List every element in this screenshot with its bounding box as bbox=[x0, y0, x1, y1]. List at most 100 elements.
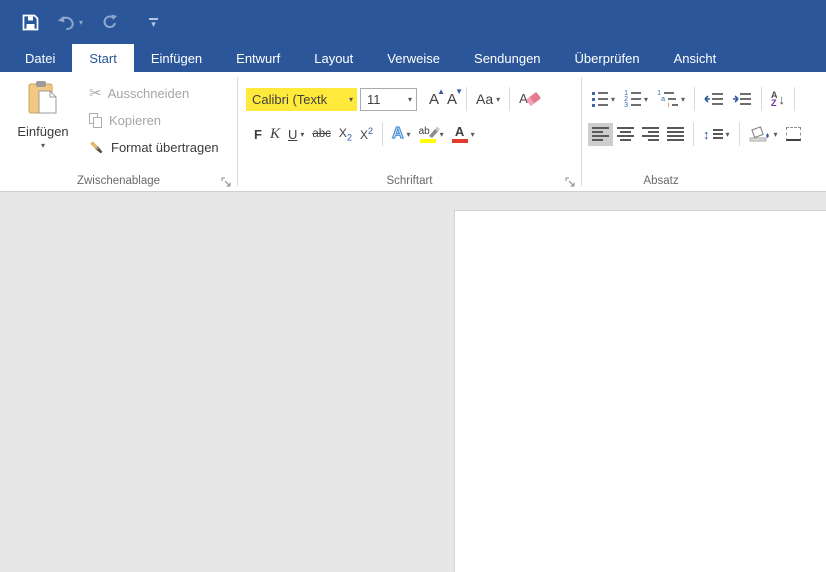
format-painter-label: Format übertragen bbox=[111, 140, 219, 155]
separator bbox=[694, 87, 695, 111]
align-right-button[interactable] bbox=[638, 123, 663, 146]
tab-verweise[interactable]: Verweise bbox=[370, 44, 457, 72]
font-color-icon: A bbox=[452, 126, 468, 143]
undo-icon bbox=[57, 15, 76, 30]
titlebar: ▾ ▾ bbox=[0, 0, 826, 44]
font-size-combobox[interactable]: 11 ▾ bbox=[360, 88, 417, 111]
grow-font-icon: A▲ bbox=[429, 91, 439, 108]
ribbon: Einfügen ▾ ✂ Ausschneiden Kopieren bbox=[0, 72, 826, 192]
format-painter-brush-icon bbox=[89, 140, 105, 156]
format-painter-button[interactable]: Format übertragen bbox=[86, 134, 222, 161]
cut-label: Ausschneiden bbox=[108, 86, 190, 101]
subscript-button[interactable]: X2 bbox=[335, 122, 356, 146]
chevron-down-icon: ▾ bbox=[611, 95, 615, 104]
paste-dropdown-icon: ▾ bbox=[41, 141, 45, 150]
justify-button[interactable] bbox=[663, 123, 688, 146]
save-button[interactable] bbox=[20, 8, 40, 36]
document-page[interactable] bbox=[454, 210, 826, 572]
line-spacing-icon: ↕ bbox=[703, 127, 723, 142]
numbered-list-icon: 1 2 3 bbox=[623, 92, 641, 107]
ribbon-tabstrip: Datei Start Einfügen Entwurf Layout Verw… bbox=[0, 44, 826, 72]
text-effects-button[interactable]: A ▾ bbox=[388, 122, 415, 146]
document-canvas bbox=[0, 192, 826, 572]
superscript-button[interactable]: X2 bbox=[356, 122, 377, 146]
multilevel-list-icon: 1 a i bbox=[656, 92, 678, 107]
group-schriftart: Calibri (Textk ▾ 11 ▾ A▲ A▼ Aa ▾ A bbox=[238, 72, 581, 191]
superscript-icon: X2 bbox=[360, 126, 373, 142]
separator bbox=[693, 122, 694, 146]
bullet-list-button[interactable]: ▾ bbox=[588, 87, 619, 111]
separator bbox=[794, 87, 795, 111]
text-effects-icon: A bbox=[392, 125, 404, 143]
line-spacing-button[interactable]: ↕ ▾ bbox=[699, 122, 734, 146]
increase-indent-button[interactable] bbox=[728, 87, 756, 111]
customize-quick-access-button[interactable]: ▾ bbox=[149, 18, 158, 27]
group-absatz: ▾ 1 2 3 ▾ 1 a i ▾ bbox=[582, 72, 826, 191]
undo-dropdown[interactable]: ▾ bbox=[79, 18, 83, 27]
decrease-indent-button[interactable] bbox=[700, 87, 728, 111]
tab-einfuegen[interactable]: Einfügen bbox=[134, 44, 219, 72]
scissors-icon: ✂ bbox=[89, 86, 102, 101]
separator bbox=[761, 87, 762, 111]
dialog-launcher-icon bbox=[221, 177, 232, 188]
tab-start[interactable]: Start bbox=[72, 44, 133, 72]
sort-button[interactable]: AZ ↓ bbox=[767, 87, 789, 111]
font-size-value: 11 bbox=[367, 92, 381, 107]
dialog-launcher-icon bbox=[565, 177, 576, 188]
align-center-button[interactable] bbox=[613, 123, 638, 146]
clear-formatting-button[interactable]: A bbox=[515, 87, 545, 111]
align-left-button[interactable] bbox=[588, 123, 613, 146]
dialog-launcher-zwischenablage[interactable] bbox=[221, 175, 232, 186]
chevron-down-icon: ▾ bbox=[407, 130, 411, 139]
font-name-combobox[interactable]: Calibri (Textk ▾ bbox=[246, 88, 357, 111]
tab-sendungen[interactable]: Sendungen bbox=[457, 44, 558, 72]
separator bbox=[466, 87, 467, 111]
paste-label: Einfügen bbox=[17, 124, 68, 139]
shrink-font-button[interactable]: A▼ bbox=[443, 87, 461, 111]
tab-ueberpruefen[interactable]: Überprüfen bbox=[558, 44, 657, 72]
bullet-list-icon bbox=[592, 92, 608, 107]
highlighter-icon: ab bbox=[419, 126, 437, 143]
tab-layout[interactable]: Layout bbox=[297, 44, 370, 72]
redo-icon bbox=[101, 14, 117, 30]
paint-bucket-icon bbox=[749, 126, 771, 142]
font-color-button[interactable]: A ▾ bbox=[448, 122, 479, 146]
subscript-icon: X2 bbox=[339, 126, 352, 142]
multilevel-list-button[interactable]: 1 a i ▾ bbox=[652, 87, 689, 111]
change-case-button[interactable]: Aa ▾ bbox=[472, 87, 504, 111]
justify-icon bbox=[667, 127, 684, 141]
borders-icon bbox=[786, 127, 801, 141]
chevron-down-icon: ▾ bbox=[300, 130, 304, 139]
sort-az-icon: AZ ↓ bbox=[771, 91, 785, 107]
align-center-icon bbox=[617, 127, 634, 141]
italic-button[interactable]: K bbox=[266, 122, 284, 146]
tab-datei[interactable]: Datei bbox=[8, 44, 72, 72]
tab-entwurf[interactable]: Entwurf bbox=[219, 44, 297, 72]
shrink-font-icon: A▼ bbox=[447, 91, 457, 108]
bold-button[interactable]: F bbox=[250, 122, 266, 146]
dialog-launcher-schriftart[interactable] bbox=[565, 175, 576, 186]
cut-button[interactable]: ✂ Ausschneiden bbox=[86, 80, 222, 107]
redo-button[interactable] bbox=[99, 8, 119, 36]
text-highlight-color-button[interactable]: ab ▾ bbox=[415, 122, 448, 146]
align-left-icon bbox=[592, 127, 609, 141]
strikethrough-button[interactable]: abc bbox=[308, 122, 335, 146]
separator bbox=[509, 87, 510, 111]
separator bbox=[382, 122, 383, 146]
group-zwischenablage: Einfügen ▾ ✂ Ausschneiden Kopieren bbox=[0, 72, 237, 191]
copy-button[interactable]: Kopieren bbox=[86, 107, 222, 134]
shading-button[interactable]: ▾ bbox=[745, 122, 782, 146]
paste-button[interactable]: Einfügen ▾ bbox=[0, 72, 86, 191]
tab-ansicht[interactable]: Ansicht bbox=[657, 44, 734, 72]
separator bbox=[739, 122, 740, 146]
chevron-down-icon: ▾ bbox=[471, 130, 475, 139]
group-label-absatz: Absatz bbox=[582, 175, 740, 187]
increase-indent-icon bbox=[732, 92, 752, 106]
numbered-list-button[interactable]: 1 2 3 ▾ bbox=[619, 87, 652, 111]
chevron-down-icon: ▾ bbox=[496, 95, 500, 104]
borders-button[interactable] bbox=[782, 122, 805, 146]
underline-button[interactable]: U ▾ bbox=[284, 122, 308, 146]
undo-button[interactable] bbox=[56, 8, 76, 36]
font-name-value: Calibri (Textk bbox=[252, 92, 327, 107]
grow-font-button[interactable]: A▲ bbox=[425, 87, 443, 111]
